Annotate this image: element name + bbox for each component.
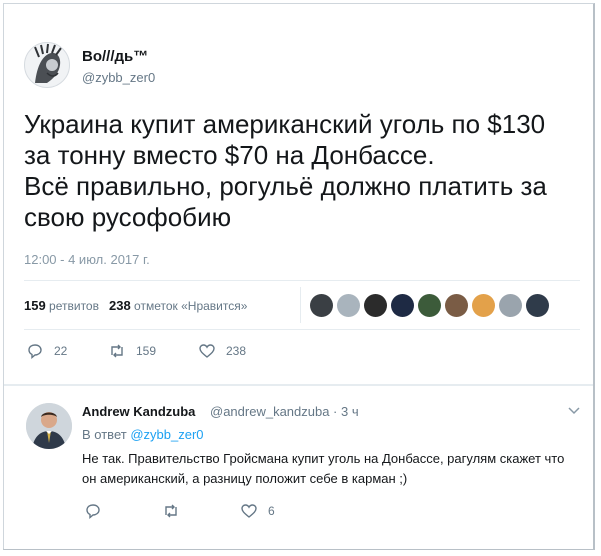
retweet-count: 159: [136, 344, 157, 358]
reply-author-handle[interactable]: @andrew_kandzuba · 3 ч: [210, 404, 359, 419]
divider: [300, 287, 301, 323]
tweet-text-line: свою русофобию: [24, 202, 232, 232]
liker-avatar[interactable]: [526, 294, 549, 317]
likes-label[interactable]: отметок «Нравится»: [134, 299, 247, 313]
reply-actions: 6: [84, 502, 318, 520]
reply-retweet-button[interactable]: [162, 502, 240, 520]
engagement-stats: 159 ретвитов 238 отметок «Нравится»: [24, 298, 247, 313]
retweet-button[interactable]: 159: [108, 342, 198, 360]
tweet-text: Украина купит американский уголь по $130…: [24, 109, 584, 233]
reply-author-name-text[interactable]: Andrew Kandzuba: [82, 404, 195, 419]
tweet-actions: 22 159 238: [26, 342, 280, 360]
liker-avatar[interactable]: [472, 294, 495, 317]
author-handle[interactable]: @zybb_zer0: [82, 70, 155, 85]
tweet-text-line: за тонну вместо $70 на Донбассе.: [24, 140, 435, 170]
tweet-text-line: Всё правильно, рогульё должно платить за: [24, 171, 547, 201]
reply-icon: [28, 344, 42, 359]
retweet-icon: [165, 504, 177, 518]
reply-author-name[interactable]: Andrew Kandzuba: [82, 404, 195, 419]
retweets-label[interactable]: ретвитов: [49, 299, 99, 313]
reply-like-button[interactable]: 6: [240, 502, 318, 520]
tweet-text-line: Украина купит американский уголь по $130: [24, 109, 546, 139]
retweet-icon: [111, 344, 123, 358]
divider: [4, 384, 593, 386]
retweets-count[interactable]: 159: [24, 298, 46, 313]
in-reply-prefix: В ответ: [82, 427, 127, 442]
liker-avatar[interactable]: [445, 294, 468, 317]
reply-text: Не так. Правительство Гройсмана купит уг…: [82, 451, 565, 486]
like-count: 238: [226, 344, 247, 358]
reply-icon: [86, 504, 100, 519]
liker-avatar[interactable]: [337, 294, 360, 317]
tweet-card: Bo///дь™ @zybb_zer0 Украина купит америк…: [3, 3, 595, 550]
liker-avatar[interactable]: [391, 294, 414, 317]
reply-button[interactable]: 22: [26, 342, 108, 360]
heart-icon: [199, 344, 215, 358]
author-name[interactable]: Bo///дь™: [82, 48, 148, 65]
reply-tweet[interactable]: Andrew Kandzuba @andrew_kandzuba · 3 ч В…: [4, 389, 593, 549]
reply-count: 22: [54, 344, 68, 358]
likers-avatars: [310, 294, 549, 317]
tweet-timestamp[interactable]: 12:00 - 4 июл. 2017 г.: [24, 252, 150, 267]
in-reply-handle-link[interactable]: @zybb_zer0: [130, 427, 203, 442]
liker-avatar[interactable]: [499, 294, 522, 317]
divider: [24, 280, 580, 281]
like-button[interactable]: 238: [198, 342, 280, 360]
liker-avatar[interactable]: [364, 294, 387, 317]
divider: [24, 329, 580, 330]
chevron-down-icon[interactable]: [567, 403, 581, 417]
author-avatar[interactable]: [24, 42, 70, 88]
in-reply-to: В ответ @zybb_zer0: [82, 427, 204, 442]
heart-icon: [241, 504, 257, 518]
reply-like-count: 6: [268, 504, 275, 518]
likes-count[interactable]: 238: [109, 298, 131, 313]
liker-avatar[interactable]: [418, 294, 441, 317]
reply-reply-button[interactable]: [84, 502, 162, 520]
liker-avatar[interactable]: [310, 294, 333, 317]
reply-author-avatar[interactable]: [26, 403, 72, 449]
